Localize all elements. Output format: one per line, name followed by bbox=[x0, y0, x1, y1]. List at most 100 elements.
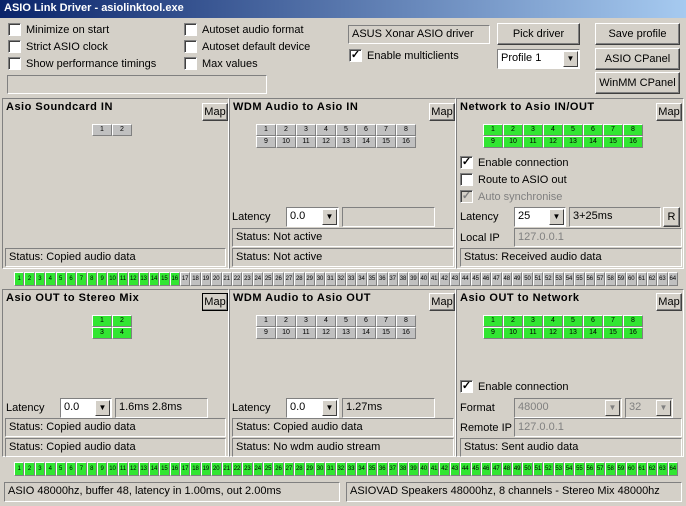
channel-cell[interactable]: 12 bbox=[316, 327, 336, 339]
chevron-down-icon[interactable]: ▼ bbox=[605, 400, 620, 416]
channel-cell[interactable]: 2 bbox=[112, 315, 132, 327]
channel-cell[interactable]: 2 bbox=[276, 124, 296, 136]
channel-cell[interactable]: 4 bbox=[316, 124, 336, 136]
route-to-asio-out-checkbox[interactable]: Route to ASIO out bbox=[460, 173, 567, 186]
map-button[interactable]: Map bbox=[656, 103, 682, 121]
channel-cell[interactable]: 4 bbox=[316, 315, 336, 327]
channel-cell[interactable]: 15 bbox=[376, 327, 396, 339]
chevron-down-icon[interactable]: ▼ bbox=[549, 209, 564, 225]
channel-cell[interactable]: 14 bbox=[356, 327, 376, 339]
latency-select[interactable]: 0.0 ▼ bbox=[286, 207, 339, 227]
channel-cell[interactable]: 14 bbox=[356, 136, 376, 148]
channel-cell[interactable]: 5 bbox=[336, 124, 356, 136]
latency-select[interactable]: 0.0 ▼ bbox=[286, 398, 339, 418]
map-button[interactable]: Map bbox=[202, 293, 228, 311]
channel-cell[interactable]: 3 bbox=[523, 315, 543, 327]
channel-cell[interactable]: 16 bbox=[396, 136, 416, 148]
channel-cell[interactable]: 13 bbox=[563, 136, 583, 148]
channel-cell[interactable]: 15 bbox=[603, 136, 623, 148]
channel-cell[interactable]: 11 bbox=[296, 327, 316, 339]
channel-cell[interactable]: 5 bbox=[563, 315, 583, 327]
strict-asio-clock-checkbox[interactable]: Strict ASIO clock bbox=[8, 40, 108, 53]
format-select[interactable]: 48000 ▼ bbox=[514, 398, 622, 418]
channel-cell[interactable]: 15 bbox=[376, 136, 396, 148]
channel-cell[interactable]: 2 bbox=[503, 315, 523, 327]
asio-cpanel-button[interactable]: ASIO CPanel bbox=[595, 48, 680, 70]
latency-select[interactable]: 0.0 ▼ bbox=[60, 398, 112, 418]
profile-select[interactable]: Profile 1 ▼ bbox=[497, 49, 580, 69]
channel-cell[interactable]: 1 bbox=[483, 315, 503, 327]
channel-cell[interactable]: 4 bbox=[112, 327, 132, 339]
checkbox-box[interactable]: ✓ bbox=[460, 380, 473, 393]
channel-cell[interactable]: 1 bbox=[92, 315, 112, 327]
latency-select[interactable]: 25 ▼ bbox=[514, 207, 566, 227]
minimize-on-start-checkbox[interactable]: Minimize on start bbox=[8, 23, 109, 36]
enable-connection-checkbox[interactable]: ✓ Enable connection bbox=[460, 380, 569, 393]
channel-cell[interactable]: 6 bbox=[356, 124, 376, 136]
channel-cell[interactable]: 11 bbox=[523, 327, 543, 339]
channel-cell[interactable]: 9 bbox=[483, 327, 503, 339]
chevron-down-icon[interactable]: ▼ bbox=[95, 400, 110, 416]
channel-cell[interactable]: 11 bbox=[296, 136, 316, 148]
autoset-audio-format-checkbox[interactable]: Autoset audio format bbox=[184, 23, 304, 36]
channel-cell[interactable]: 9 bbox=[256, 327, 276, 339]
map-button[interactable]: Map bbox=[429, 103, 455, 121]
autoset-default-device-checkbox[interactable]: Autoset default device bbox=[184, 40, 310, 53]
channel-cell[interactable]: 2 bbox=[112, 124, 132, 136]
channel-cell[interactable]: 10 bbox=[503, 327, 523, 339]
channel-cell[interactable]: 6 bbox=[583, 315, 603, 327]
channel-cell[interactable]: 7 bbox=[603, 124, 623, 136]
channel-cell[interactable]: 8 bbox=[623, 124, 643, 136]
show-performance-timings-checkbox[interactable]: Show performance timings bbox=[8, 57, 156, 70]
channel-cell[interactable]: 5 bbox=[336, 315, 356, 327]
channel-cell[interactable]: 16 bbox=[396, 327, 416, 339]
channel-cell[interactable]: 1 bbox=[92, 124, 112, 136]
map-button[interactable]: Map bbox=[429, 293, 455, 311]
channel-cell[interactable]: 14 bbox=[583, 136, 603, 148]
channel-cell[interactable]: 4 bbox=[543, 124, 563, 136]
checkbox-box[interactable] bbox=[460, 173, 473, 186]
channel-cell[interactable]: 13 bbox=[563, 327, 583, 339]
channel-cell[interactable]: 11 bbox=[523, 136, 543, 148]
channel-cell[interactable]: 16 bbox=[623, 327, 643, 339]
channel-cell[interactable]: 12 bbox=[543, 327, 563, 339]
chevron-down-icon[interactable]: ▼ bbox=[563, 51, 578, 67]
channel-cell[interactable]: 15 bbox=[603, 327, 623, 339]
channel-cell[interactable]: 1 bbox=[483, 124, 503, 136]
channel-cell[interactable]: 9 bbox=[483, 136, 503, 148]
channel-cell[interactable]: 1 bbox=[256, 315, 276, 327]
channel-cell[interactable]: 8 bbox=[623, 315, 643, 327]
channel-cell[interactable]: 6 bbox=[356, 315, 376, 327]
channel-cell[interactable]: 1 bbox=[256, 124, 276, 136]
enable-multiclients-checkbox[interactable]: ✓ Enable multiclients bbox=[349, 49, 459, 62]
checkbox-box[interactable]: ✓ bbox=[349, 49, 362, 62]
checkbox-box[interactable] bbox=[184, 57, 197, 70]
channel-cell[interactable]: 9 bbox=[256, 136, 276, 148]
channel-cell[interactable]: 8 bbox=[396, 124, 416, 136]
channel-cell[interactable]: 13 bbox=[336, 136, 356, 148]
pick-driver-button[interactable]: Pick driver bbox=[497, 23, 580, 45]
bits-select[interactable]: 32 ▼ bbox=[625, 398, 673, 418]
max-values-checkbox[interactable]: Max values bbox=[184, 57, 258, 70]
checkbox-box[interactable] bbox=[184, 23, 197, 36]
channel-cell[interactable]: 5 bbox=[563, 124, 583, 136]
enable-connection-checkbox[interactable]: ✓ Enable connection bbox=[460, 156, 569, 169]
channel-cell[interactable]: 7 bbox=[376, 315, 396, 327]
checkbox-box[interactable]: ✓ bbox=[460, 156, 473, 169]
save-profile-button[interactable]: Save profile bbox=[595, 23, 680, 45]
channel-cell[interactable]: 2 bbox=[503, 124, 523, 136]
channel-cell[interactable]: 2 bbox=[276, 315, 296, 327]
reset-latency-button[interactable]: R bbox=[663, 207, 680, 227]
channel-cell[interactable]: 10 bbox=[503, 136, 523, 148]
map-button[interactable]: Map bbox=[656, 293, 682, 311]
chevron-down-icon[interactable]: ▼ bbox=[322, 209, 337, 225]
channel-cell[interactable]: 10 bbox=[276, 136, 296, 148]
channel-cell[interactable]: 3 bbox=[523, 124, 543, 136]
channel-cell[interactable]: 10 bbox=[276, 327, 296, 339]
chevron-down-icon[interactable]: ▼ bbox=[656, 400, 671, 416]
channel-cell[interactable]: 12 bbox=[543, 136, 563, 148]
channel-cell[interactable]: 8 bbox=[396, 315, 416, 327]
channel-cell[interactable]: 13 bbox=[336, 327, 356, 339]
checkbox-box[interactable] bbox=[8, 23, 21, 36]
checkbox-box[interactable] bbox=[8, 40, 21, 53]
